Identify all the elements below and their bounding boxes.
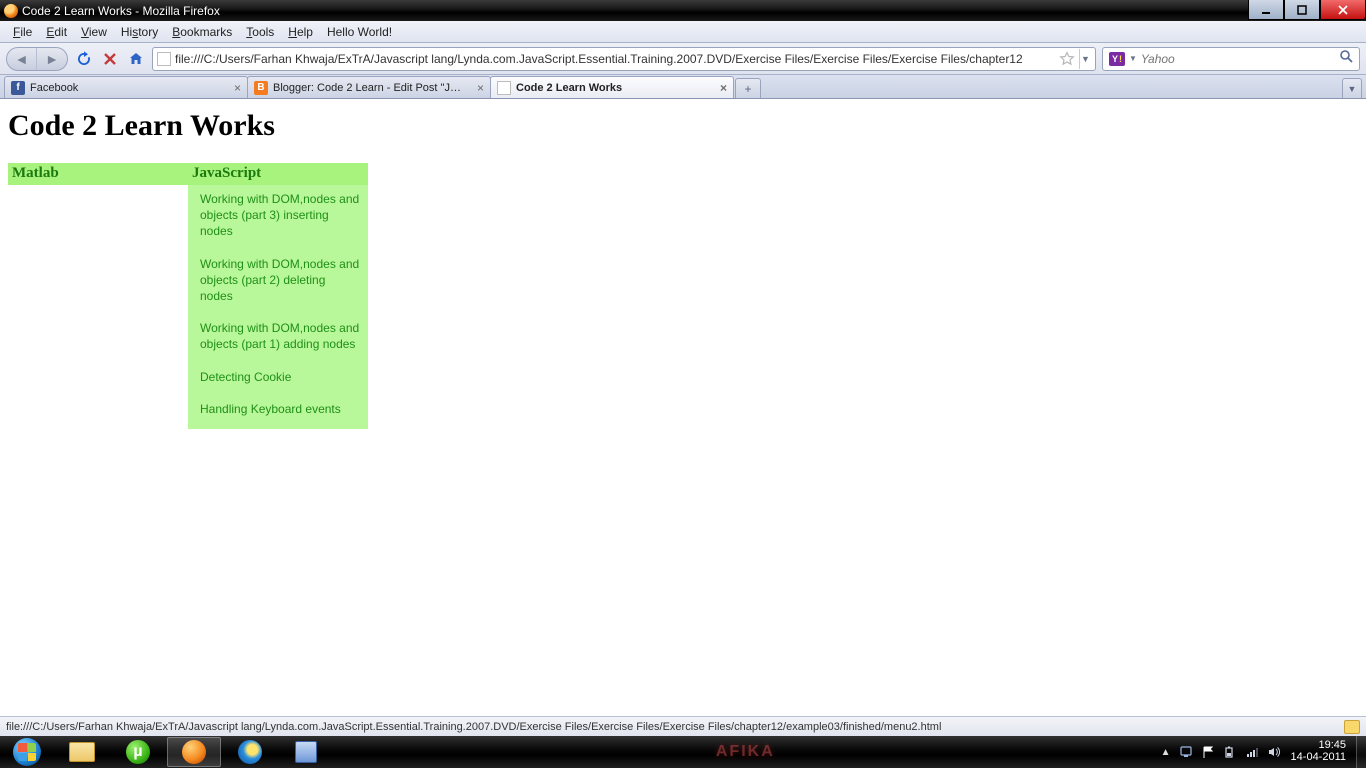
tab-code2learn[interactable]: Code 2 Learn Works ×: [490, 76, 734, 98]
menu-hello-world[interactable]: Hello World!: [320, 23, 399, 41]
status-text: file:///C:/Users/Farhan Khwaja/ExTrA/Jav…: [6, 721, 1344, 733]
wordpad-icon: [295, 741, 317, 763]
maximize-button[interactable]: [1284, 0, 1320, 20]
home-button[interactable]: [126, 49, 146, 69]
reload-button[interactable]: [74, 49, 94, 69]
window-controls: [1248, 0, 1366, 21]
menu-column-javascript: JavaScript Working with DOM,nodes and ob…: [188, 163, 368, 429]
tray-network-icon[interactable]: [1245, 745, 1259, 759]
search-engine-icon[interactable]: Y: [1109, 52, 1125, 66]
search-bar[interactable]: Y ▼: [1102, 47, 1360, 71]
minimize-button[interactable]: [1248, 0, 1284, 20]
menu-tools[interactable]: Tools: [239, 23, 281, 41]
window-titlebar: Code 2 Learn Works - Mozilla Firefox: [0, 0, 1366, 21]
notification-icon[interactable]: [1344, 720, 1360, 734]
chevron-down-icon[interactable]: ▼: [1129, 54, 1137, 63]
menu-history[interactable]: History: [114, 23, 165, 41]
tab-label: Blogger: Code 2 Learn - Edit Post "J…: [273, 82, 472, 94]
search-go-button[interactable]: [1339, 49, 1353, 68]
menu-item[interactable]: Handling Keyboard events: [200, 401, 360, 417]
search-icon: [1339, 49, 1353, 63]
show-desktop-button[interactable]: [1356, 736, 1366, 768]
menu-edit[interactable]: Edit: [39, 23, 74, 41]
firefox-icon: [182, 740, 206, 764]
arrow-right-icon: ►: [45, 51, 59, 67]
stop-button[interactable]: [100, 49, 120, 69]
navigation-toolbar: ◄ ► file:///C:/Users/Farhan Khwaja/ExTrA…: [0, 43, 1366, 75]
url-bar[interactable]: file:///C:/Users/Farhan Khwaja/ExTrA/Jav…: [152, 47, 1096, 71]
forward-button[interactable]: ►: [37, 48, 67, 70]
taskbar-firefox[interactable]: [167, 737, 221, 767]
menu-file[interactable]: File: [6, 23, 39, 41]
url-dropdown-button[interactable]: ▼: [1079, 49, 1091, 69]
search-bar-wrap: Y ▼: [1102, 47, 1360, 71]
menu-item[interactable]: Detecting Cookie: [200, 369, 360, 385]
back-button[interactable]: ◄: [7, 48, 37, 70]
search-input[interactable]: [1141, 52, 1335, 66]
taskbar-explorer[interactable]: [55, 737, 109, 767]
menu-item[interactable]: Working with DOM,nodes and objects (part…: [200, 191, 360, 240]
page-icon: [497, 81, 511, 95]
page-viewport: Code 2 Learn Works Matlab JavaScript Wor…: [0, 99, 1366, 716]
page-title: Code 2 Learn Works: [8, 109, 1358, 143]
reload-icon: [76, 51, 92, 67]
tray-action-center-icon[interactable]: [1179, 745, 1193, 759]
back-forward-group: ◄ ►: [6, 47, 68, 71]
menu-body-javascript: Working with DOM,nodes and objects (part…: [188, 185, 368, 429]
ie-icon: [238, 740, 262, 764]
utorrent-icon: µ: [126, 740, 150, 764]
page-icon: [157, 52, 171, 66]
tray-flag-icon[interactable]: [1201, 745, 1215, 759]
tab-close-button[interactable]: ×: [720, 81, 727, 95]
windows-logo-icon: [13, 738, 41, 766]
firefox-icon: [4, 4, 18, 18]
tray-expand-icon[interactable]: ▲: [1161, 747, 1171, 758]
taskbar: µ AFIKA ▲ 19:45 14-04-2011: [0, 736, 1366, 768]
arrow-left-icon: ◄: [15, 51, 29, 67]
menu-item[interactable]: Working with DOM,nodes and objects (part…: [200, 256, 360, 305]
taskbar-background-text: AFIKA: [334, 736, 1157, 768]
start-button[interactable]: [0, 736, 54, 768]
tab-close-button[interactable]: ×: [234, 81, 241, 95]
tray-volume-icon[interactable]: [1267, 745, 1281, 759]
close-button[interactable]: [1320, 0, 1366, 20]
new-tab-button[interactable]: +: [735, 78, 761, 98]
folder-icon: [69, 742, 95, 762]
window-title: Code 2 Learn Works - Mozilla Firefox: [22, 4, 220, 18]
tab-facebook[interactable]: f Facebook ×: [4, 76, 248, 98]
menu-help[interactable]: Help: [281, 23, 320, 41]
tab-close-button[interactable]: ×: [477, 81, 484, 95]
blogger-icon: B: [254, 81, 268, 95]
tab-blogger[interactable]: B Blogger: Code 2 Learn - Edit Post "J… …: [247, 76, 491, 98]
url-text: file:///C:/Users/Farhan Khwaja/ExTrA/Jav…: [175, 52, 1055, 66]
home-icon: [128, 51, 144, 67]
taskbar-ie[interactable]: [223, 737, 277, 767]
tab-label: Code 2 Learn Works: [516, 82, 715, 94]
taskbar-utorrent[interactable]: µ: [111, 737, 165, 767]
category-menu: Matlab JavaScript Working with DOM,nodes…: [8, 163, 1358, 429]
list-all-tabs-button[interactable]: ▼: [1342, 78, 1362, 98]
menubar: File Edit View History Bookmarks Tools H…: [0, 21, 1366, 43]
tab-strip: f Facebook × B Blogger: Code 2 Learn - E…: [0, 75, 1366, 99]
menu-item[interactable]: Working with DOM,nodes and objects (part…: [200, 320, 360, 352]
menu-header-javascript[interactable]: JavaScript: [188, 163, 368, 185]
tray-clock[interactable]: 19:45 14-04-2011: [1289, 740, 1352, 763]
menu-column-matlab: Matlab: [8, 163, 188, 185]
status-bar: file:///C:/Users/Farhan Khwaja/ExTrA/Jav…: [0, 716, 1366, 736]
tab-label: Facebook: [30, 82, 229, 94]
system-tray: ▲ 19:45 14-04-2011: [1157, 740, 1356, 763]
menu-bookmarks[interactable]: Bookmarks: [165, 23, 239, 41]
facebook-icon: f: [11, 81, 25, 95]
stop-icon: [103, 52, 117, 66]
tray-date: 14-04-2011: [1291, 752, 1346, 764]
taskbar-wordpad[interactable]: [279, 737, 333, 767]
menu-view[interactable]: View: [74, 23, 114, 41]
bookmark-star-icon[interactable]: [1059, 51, 1075, 67]
menu-header-matlab[interactable]: Matlab: [8, 163, 188, 185]
tray-battery-icon[interactable]: [1223, 745, 1237, 759]
